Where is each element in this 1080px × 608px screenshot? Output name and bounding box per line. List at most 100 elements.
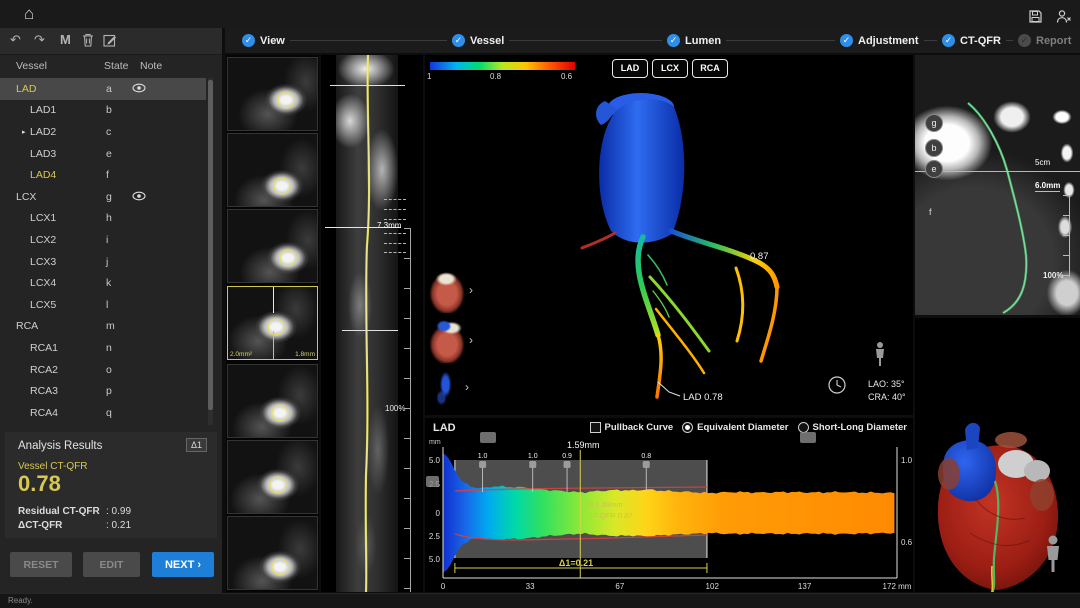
orientation-figure-heart <box>1047 536 1059 573</box>
vessel-name: LAD <box>16 83 36 95</box>
view-preset-tree[interactable] <box>428 366 460 410</box>
vessel-list: LADaLAD1b▸LAD2cLAD3eLAD4fLCXgLCX1hLCX2iL… <box>0 78 206 425</box>
coronary-tree-render: LAD 0.78 0.87 <box>425 55 913 415</box>
lumen-contour <box>274 178 291 195</box>
vessel-state: p <box>106 385 112 397</box>
vessel-row-rca[interactable]: RCAm <box>0 316 206 338</box>
vessel-row-lcx5[interactable]: LCX5l <box>0 294 206 316</box>
eye-icon[interactable] <box>132 191 146 204</box>
heart-3d-view[interactable] <box>915 318 1080 592</box>
lumen-contour <box>268 319 285 336</box>
straightened-vessel-view[interactable]: 7.3mm 100% <box>321 55 423 592</box>
vessel-row-rca4[interactable]: RCA4q <box>0 402 206 424</box>
cross-section-tile[interactable] <box>227 209 318 283</box>
qfr-marker-pin[interactable] <box>479 461 486 468</box>
cross-section-tile[interactable] <box>227 57 318 131</box>
ruler-tick <box>404 588 410 589</box>
vessel-row-lcx2[interactable]: LCX2i <box>0 229 206 251</box>
vessel-toggle-rca[interactable]: RCA <box>692 59 728 78</box>
branch-tick-marks <box>384 243 406 244</box>
lumen-contour <box>270 477 287 494</box>
pullback-range-handle-left[interactable] <box>480 432 496 443</box>
long-zoom-label: 100% <box>385 404 405 413</box>
cross-section-tile[interactable] <box>227 364 318 438</box>
vessel-table-header: Vessel State Note <box>0 56 222 78</box>
ruler-tick <box>404 228 410 229</box>
cross-section-tile[interactable]: 2.0mm²1.8mm <box>227 286 318 360</box>
qfr-marker-pin[interactable] <box>643 461 650 468</box>
vessel-row-lad1[interactable]: LAD1b <box>0 100 206 122</box>
vessel-name: RCA1 <box>30 342 58 354</box>
cpr-view[interactable]: gbe f 5cm 6.0mm 100% <box>915 55 1080 315</box>
trash-icon[interactable] <box>82 33 94 50</box>
vessel-row-lcx[interactable]: LCXg <box>0 186 206 208</box>
tab-lumen[interactable]: ✓Lumen <box>662 32 726 49</box>
qfr-marker-pin[interactable] <box>529 461 536 468</box>
mld-diameter-label: 1.59mm <box>567 440 600 450</box>
column-state: State <box>104 60 129 72</box>
chevron-right-icon[interactable]: › <box>469 333 473 347</box>
expand-bullet-icon[interactable]: ▸ <box>22 128 26 136</box>
lesion-qfr-annotation: CT-QFR 0.87 <box>588 511 633 520</box>
orientation-figure-3d <box>876 342 884 366</box>
heart-render <box>915 318 1080 592</box>
tab-report[interactable]: ✓Report <box>1013 32 1076 49</box>
vessel-row-lcx3[interactable]: LCX3j <box>0 251 206 273</box>
analysis-results-card: Analysis Results Δ1 Vessel CT-QFR 0.78 R… <box>5 432 217 538</box>
vessel-row-lad3[interactable]: LAD3e <box>0 143 206 165</box>
vessel-row-rca1[interactable]: RCA1n <box>0 337 206 359</box>
reset-button[interactable]: RESET <box>10 552 72 577</box>
viewer-3d[interactable]: LAD 0.78 0.87 1 0.8 0.6 LADLCXRCA › › › … <box>425 55 913 415</box>
pullback-chart[interactable]: 1.01.00.90.8 1.59mm D 1.59mmCT-QFR 0.87Δ… <box>425 418 913 592</box>
view-preset-heart-2[interactable] <box>428 317 466 363</box>
vessel-toggle-lcx[interactable]: LCX <box>652 59 688 78</box>
vessel-row-lad2[interactable]: ▸LAD2c <box>0 121 206 143</box>
cross-section-tile[interactable] <box>227 133 318 207</box>
diameter-scale-handle[interactable] <box>426 476 439 487</box>
vessel-row-lad[interactable]: LADa <box>0 78 206 100</box>
vessel-state: h <box>106 212 112 224</box>
lumen-contour <box>272 559 289 576</box>
cpr-ruler-tick <box>1063 255 1069 256</box>
cross-section-tile[interactable] <box>227 516 318 590</box>
scrollbar-thumb[interactable] <box>208 80 213 410</box>
distance-label: 7.3mm <box>377 221 401 230</box>
proximal-marker-line[interactable] <box>330 85 405 86</box>
vessel-toggle-lad[interactable]: LAD <box>612 59 648 78</box>
vessel-row-rca2[interactable]: RCA2o <box>0 359 206 381</box>
tab-adjustment[interactable]: ✓Adjustment <box>835 32 924 49</box>
eye-icon[interactable] <box>132 83 146 96</box>
delta-ctqfr-label: ΔCT-QFR <box>18 520 106 531</box>
tab-view[interactable]: ✓View <box>237 32 290 49</box>
home-icon[interactable]: ⌂ <box>24 0 34 28</box>
ruler-tick <box>404 378 410 379</box>
cpr-badge-b[interactable]: b <box>925 139 943 157</box>
chevron-right-icon[interactable]: › <box>469 283 473 297</box>
vessel-row-lcx1[interactable]: LCX1h <box>0 208 206 230</box>
rotation-clock-icon[interactable] <box>829 377 845 393</box>
vessel-row-lcx4[interactable]: LCX4k <box>0 272 206 294</box>
cpr-badge-e[interactable]: e <box>925 160 943 178</box>
redo-icon[interactable]: ↷ <box>34 32 45 48</box>
edit-note-icon[interactable] <box>103 33 117 50</box>
view-preset-heart-1[interactable] <box>428 267 466 313</box>
vessel-row-lad4[interactable]: LAD4f <box>0 164 206 186</box>
edit-button[interactable]: EDIT <box>83 552 140 577</box>
ruler-tick <box>404 408 410 409</box>
vessel-name: RCA3 <box>30 385 58 397</box>
tab-ctqfr[interactable]: ✓CT-QFR <box>937 32 1006 49</box>
next-button[interactable]: NEXT › <box>152 552 214 577</box>
measure-mode-icon[interactable]: M <box>60 32 71 47</box>
cpr-badge-g[interactable]: g <box>925 114 943 132</box>
colorbar-tick-06: 0.6 <box>561 72 572 81</box>
check-icon: ✓ <box>242 34 255 47</box>
undo-icon[interactable]: ↶ <box>10 32 21 48</box>
tab-vessel[interactable]: ✓Vessel <box>447 32 509 49</box>
cross-section-column[interactable]: 2.0mm²1.8mmgbcef <box>226 55 319 592</box>
distal-marker-line[interactable] <box>342 330 398 331</box>
qfr-marker-pin[interactable] <box>564 461 571 468</box>
chevron-right-icon[interactable]: › <box>465 380 469 394</box>
cross-section-tile[interactable] <box>227 440 318 514</box>
vessel-row-rca3[interactable]: RCA3 p <box>0 380 206 402</box>
pullback-range-handle-right[interactable] <box>800 432 816 443</box>
